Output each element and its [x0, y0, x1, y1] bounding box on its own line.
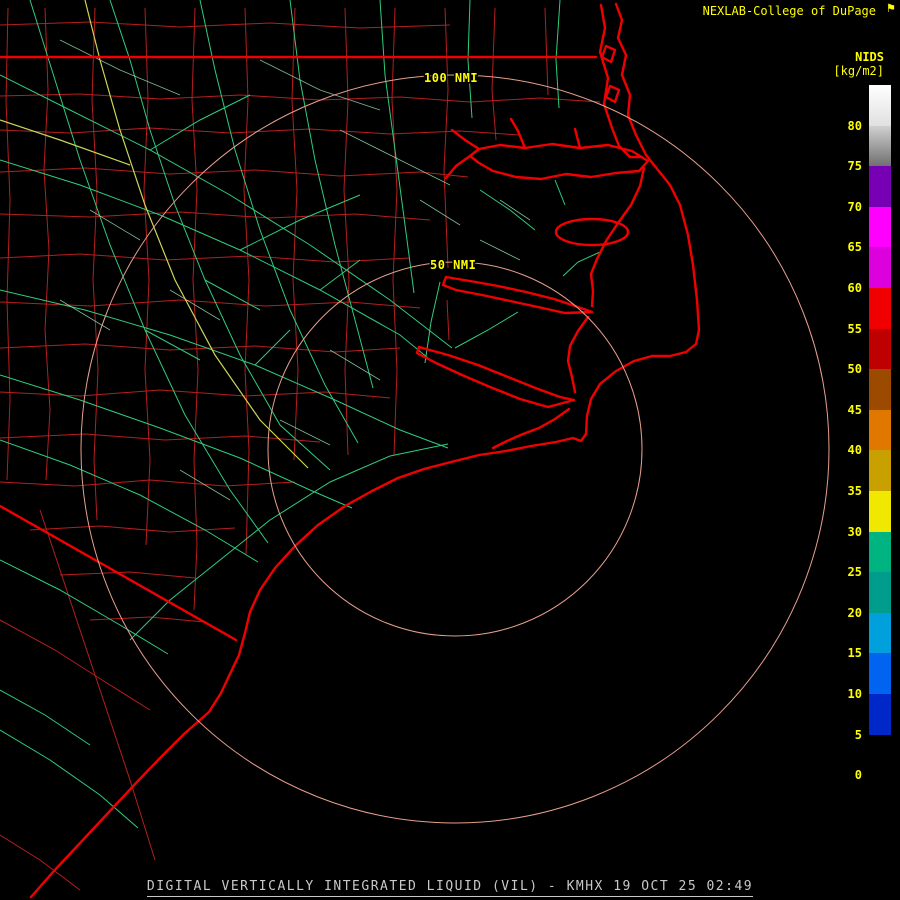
colorbar-segment: [869, 693, 891, 735]
colorbar-title: NIDS: [855, 50, 884, 64]
colorbar-tick-label: 60: [847, 281, 862, 295]
colorbar-tick-label: 70: [847, 199, 862, 214]
colorbar-tick-label: 80: [847, 118, 862, 133]
product-caption: DIGITAL VERTICALLY INTEGRATED LIQUID (VI…: [146, 879, 754, 897]
colorbar-segment: [869, 247, 891, 288]
roads-layer: [0, 0, 601, 829]
range-ring-label-50nmi: 50 NMI: [430, 258, 476, 272]
colorbar-segment: [869, 125, 891, 167]
colorbar-tick-label: 5: [854, 727, 862, 742]
colorbar-segment: [869, 734, 891, 776]
colorbar-segment: [869, 490, 891, 532]
range-rings-layer: 100 NMI 50 NMI: [80, 70, 830, 824]
outer-banks-coastline: [29, 2, 701, 899]
pamlico-neuse-shore: [566, 315, 590, 394]
colorbar-segment: [869, 287, 891, 329]
colorbar-segment: [869, 572, 891, 613]
footer: DIGITAL VERTICALLY INTEGRATED LIQUID (VI…: [0, 875, 900, 897]
colorbar-segment: [869, 409, 891, 451]
colorbar-segment: [869, 206, 891, 248]
colorbar-tick-label: 55: [847, 321, 862, 336]
colorbar-segment: [869, 369, 891, 410]
colorbar-tick-label: 20: [847, 605, 862, 620]
range-ring-100nmi: [80, 74, 830, 824]
colorbar-tick-label: 30: [847, 524, 862, 539]
colorbar-segment: [869, 85, 891, 126]
brand-text: NEXLAB-College of DuPage: [702, 4, 876, 18]
pamlico-river: [441, 275, 594, 315]
colorbar-tick-label: 15: [847, 646, 862, 661]
nexlab-logo-icon: ⚑: [887, 1, 895, 16]
neuse-river: [415, 345, 576, 409]
pamlico-sound-shore: [589, 166, 646, 308]
colorbar-segment: [869, 653, 891, 694]
colorbar-tick-label: 75: [847, 159, 862, 174]
colorbar-segments: [869, 85, 891, 776]
colorbar-tick-label: 65: [847, 240, 862, 255]
radar-map[interactable]: 100 NMI 50 NMI: [0, 0, 900, 900]
colorbar-segment: [869, 328, 891, 370]
colorbar-segment: [869, 166, 891, 207]
state-border-nc-sc: [0, 504, 238, 642]
colorbar-tick-label: 35: [847, 484, 862, 498]
colorbar-tick-label: 0: [854, 768, 862, 783]
colorbar-tick-label: 10: [847, 687, 862, 701]
range-ring-label-100nmi: 100 NMI: [424, 71, 478, 85]
colorbar-units: [kg/m2]: [833, 64, 884, 78]
colorbar-segment: [869, 612, 891, 654]
colorbar-tick-label: 40: [847, 443, 862, 458]
colorbar-tick-label: 25: [847, 565, 862, 580]
colorbar-segment: [869, 531, 891, 573]
coastline-layer: [0, 2, 701, 899]
albemarle-sound: [444, 117, 650, 181]
colorbar-segment: [869, 450, 891, 491]
colorbar-tick-label: 45: [847, 402, 862, 417]
colorbar-tick-label: 50: [847, 362, 862, 377]
lake-mattamuskeet: [554, 217, 630, 247]
